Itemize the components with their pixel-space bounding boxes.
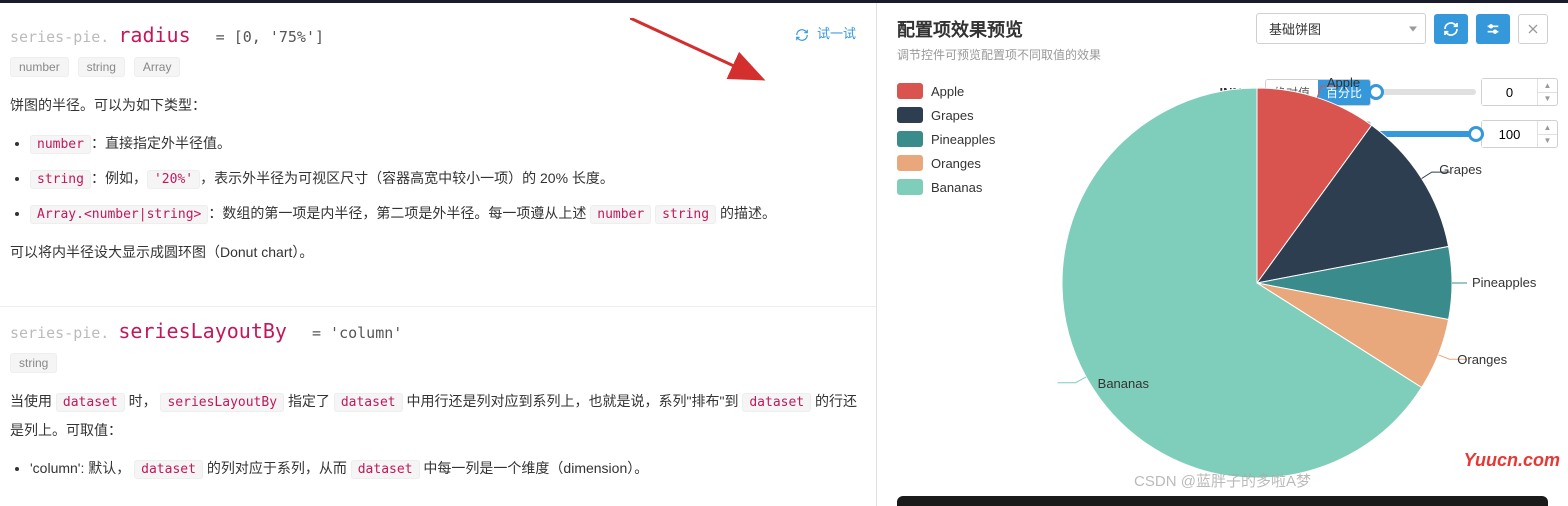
legend-label: Apple [931, 84, 964, 99]
legend-swatch [897, 155, 923, 171]
legend-label: Grapes [931, 108, 974, 123]
type-tags: string [10, 353, 866, 373]
brand-watermark: Yuucn.com [1464, 450, 1560, 471]
list-item: number：直接指定外半径值。 [30, 129, 866, 158]
code-array: Array.<number|string> [30, 205, 208, 224]
refresh-icon [1443, 21, 1459, 37]
code-number: number [30, 135, 91, 154]
radius-description: 饼图的半径。可以为如下类型： number：直接指定外半径值。 string：例… [10, 91, 866, 266]
default-value: = [0, '75%'] [216, 28, 324, 46]
list-item: string：例如，'20%'，表示外半径为可视区尺寸（容器高宽中较小一项）的 … [30, 164, 866, 193]
settings-button[interactable] [1476, 14, 1510, 44]
code-dataset: dataset [742, 393, 811, 412]
tag-string: string [10, 353, 57, 373]
code-serieslayoutby: seriesLayoutBy [160, 393, 284, 412]
list-item: 'column': 默认， dataset 的列对应于系列，从而 dataset… [30, 454, 866, 483]
legend-label: Oranges [931, 156, 981, 171]
legend-item[interactable]: Pineapples [897, 131, 995, 147]
namespace: series-pie. [10, 324, 109, 342]
list-item: Array.<number|string>：数组的第一项是内半径，第二项是外半径… [30, 199, 866, 228]
code-string: string [30, 170, 91, 189]
try-it-button[interactable]: 试一试 [795, 23, 856, 42]
try-it-label: 试一试 [817, 27, 856, 42]
tag-number: number [10, 57, 69, 77]
prop-name: radius [118, 23, 190, 47]
legend-item[interactable]: Grapes [897, 107, 995, 123]
prop-name: seriesLayoutBy [118, 319, 287, 343]
default-value: = 'column' [312, 324, 402, 342]
legend-swatch [897, 107, 923, 123]
refresh-icon [795, 28, 809, 42]
code-dataset: dataset [134, 460, 203, 479]
code-dataset: dataset [56, 393, 125, 412]
pie-label: Grapes [1439, 162, 1482, 177]
layoutby-prop-header: series-pie. seriesLayoutBy = 'column' [10, 319, 866, 343]
legend-label: Bananas [931, 180, 982, 195]
code-20pct: '20%' [147, 170, 200, 189]
legend-label: Pineapples [931, 132, 995, 147]
type-tags: number string Array [10, 57, 866, 77]
pie-label: Pineapples [1472, 275, 1536, 290]
legend-item[interactable]: Apple [897, 83, 995, 99]
pie-label: Oranges [1457, 352, 1507, 367]
tag-string: string [78, 57, 125, 77]
chart-legend: Apple Grapes Pineapples Oranges Bananas [897, 83, 995, 203]
close-button[interactable] [1518, 14, 1548, 44]
code-dataset: dataset [334, 393, 403, 412]
legend-item[interactable]: Oranges [897, 155, 995, 171]
namespace: series-pie. [10, 28, 109, 46]
code-dataset: dataset [351, 460, 420, 479]
legend-swatch [897, 131, 923, 147]
refresh-button[interactable] [1434, 14, 1468, 44]
bottom-bar [897, 496, 1548, 506]
legend-swatch [897, 83, 923, 99]
pie-svg [1047, 73, 1467, 493]
layoutby-description: 当使用 dataset 时， seriesLayoutBy 指定了 datase… [10, 387, 866, 483]
code-number2: number [590, 205, 651, 224]
legend-swatch [897, 179, 923, 195]
intro-text: 饼图的半径。可以为如下类型： [10, 91, 866, 119]
csdn-watermark: CSDN @蓝胖子的多啦A梦 [1134, 470, 1311, 491]
chart-type-select[interactable]: 基础饼图 [1256, 13, 1426, 44]
pie-chart: Apple Grapes Pineapples Oranges Bananas Appl… [897, 73, 1548, 493]
preview-subtitle: 调节控件可预览配置项不同取值的效果 [897, 46, 1548, 63]
tag-array: Array [134, 57, 181, 77]
donut-note: 可以将内半径设大显示成圆环图（Donut chart）。 [10, 238, 866, 266]
sliders-icon [1485, 21, 1501, 37]
pie-label: Apple [1327, 75, 1360, 90]
radius-prop-header: series-pie. radius = [0, '75%'] 试一试 [10, 23, 866, 47]
code-string2: string [655, 205, 716, 224]
close-icon [1527, 23, 1539, 35]
legend-item[interactable]: Bananas [897, 179, 995, 195]
pie-label: Bananas [1098, 376, 1149, 391]
preview-title: 配置项效果预览 [897, 16, 1023, 42]
